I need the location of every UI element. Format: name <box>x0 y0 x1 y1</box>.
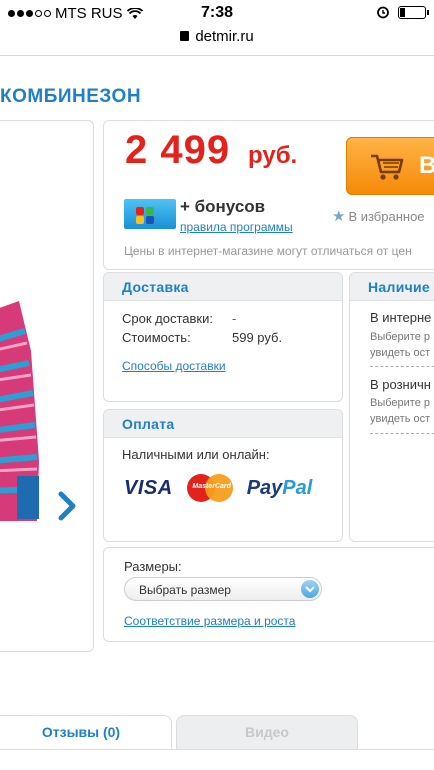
retail-store-note: Выберите р <box>370 397 431 409</box>
bonus-card-icon <box>124 199 176 229</box>
visa-logo: VISA <box>124 476 173 499</box>
cart-icon <box>371 154 404 180</box>
delivery-methods-link[interactable]: Способы доставки <box>122 359 226 373</box>
product-image[interactable] <box>0 291 43 521</box>
sizes-panel: Размеры: Выбрать размер Соответствие раз… <box>103 547 434 642</box>
sizes-label: Размеры: <box>124 559 182 574</box>
bonus-label: + бонусов <box>180 197 266 216</box>
address-bar[interactable]: detmir.ru <box>0 28 434 50</box>
delivery-cost-label: Стоимость: <box>122 330 191 345</box>
star-icon: ★ <box>332 208 346 225</box>
price-value: 2 499 <box>125 128 231 172</box>
delivery-term-value: - <box>232 311 237 326</box>
divider <box>0 749 434 750</box>
delivery-term-label: Срок доставки: <box>122 311 213 326</box>
payment-methods-label: Наличными или онлайн: <box>122 447 270 462</box>
clock: 7:38 <box>200 4 234 21</box>
retail-store-note: увидеть ост <box>370 413 431 425</box>
add-to-favorites[interactable]: ★ В избранное <box>332 207 425 225</box>
divider <box>370 433 434 434</box>
product-image-gallery[interactable] <box>0 120 94 652</box>
next-image-arrow-icon[interactable] <box>57 491 77 521</box>
payment-logos: VISA MasterCard PayPal <box>124 474 312 502</box>
divider <box>0 55 434 56</box>
delivery-cost-value: 599 руб. <box>232 330 283 345</box>
mastercard-logo: MasterCard <box>186 474 233 502</box>
product-title: КОМБИНЕЗОН <box>0 86 142 107</box>
tab-video[interactable]: Видео <box>176 715 358 750</box>
online-store-label: В интерне <box>370 310 432 325</box>
payment-heading: Оплата <box>104 410 342 438</box>
chevron-down-icon <box>301 580 319 598</box>
status-bar: MTS RUS 7:38 <box>0 0 434 28</box>
url-text: detmir.ru <box>195 28 254 45</box>
online-store-note: Выберите р <box>370 331 431 343</box>
paypal-logo: PayPal <box>246 476 313 499</box>
price-currency: руб. <box>248 142 298 169</box>
alarm-icon <box>377 6 389 19</box>
lock-icon <box>180 31 190 41</box>
add-to-cart-button[interactable]: В <box>346 137 434 195</box>
favorites-label: В избранное <box>348 208 425 224</box>
availability-heading: Наличие <box>350 273 434 301</box>
bonus-rules-link[interactable]: правила программы <box>180 220 293 234</box>
size-chart-link[interactable]: Соответствие размера и роста <box>124 614 295 628</box>
size-select[interactable]: Выбрать размер <box>124 577 322 601</box>
battery-icon <box>398 5 429 19</box>
divider <box>370 366 434 367</box>
price-disclaimer: Цены в интернет-магазине могут отличатьс… <box>124 244 412 258</box>
delivery-panel: Доставка Срок доставки: - Стоимость: 599… <box>103 272 343 402</box>
payment-panel: Оплата Наличными или онлайн: VISA Master… <box>103 409 343 542</box>
mastercard-label: MasterCard <box>192 483 231 490</box>
availability-panel: Наличие В интерне Выберите р увидеть ост… <box>349 272 434 542</box>
tab-reviews[interactable]: Отзывы (0) <box>0 715 172 750</box>
delivery-heading: Доставка <box>104 273 342 301</box>
add-to-cart-label: В <box>419 152 434 179</box>
retail-store-label: В розничн <box>370 377 431 392</box>
size-select-value: Выбрать размер <box>139 583 231 597</box>
online-store-note: увидеть ост <box>370 347 431 359</box>
